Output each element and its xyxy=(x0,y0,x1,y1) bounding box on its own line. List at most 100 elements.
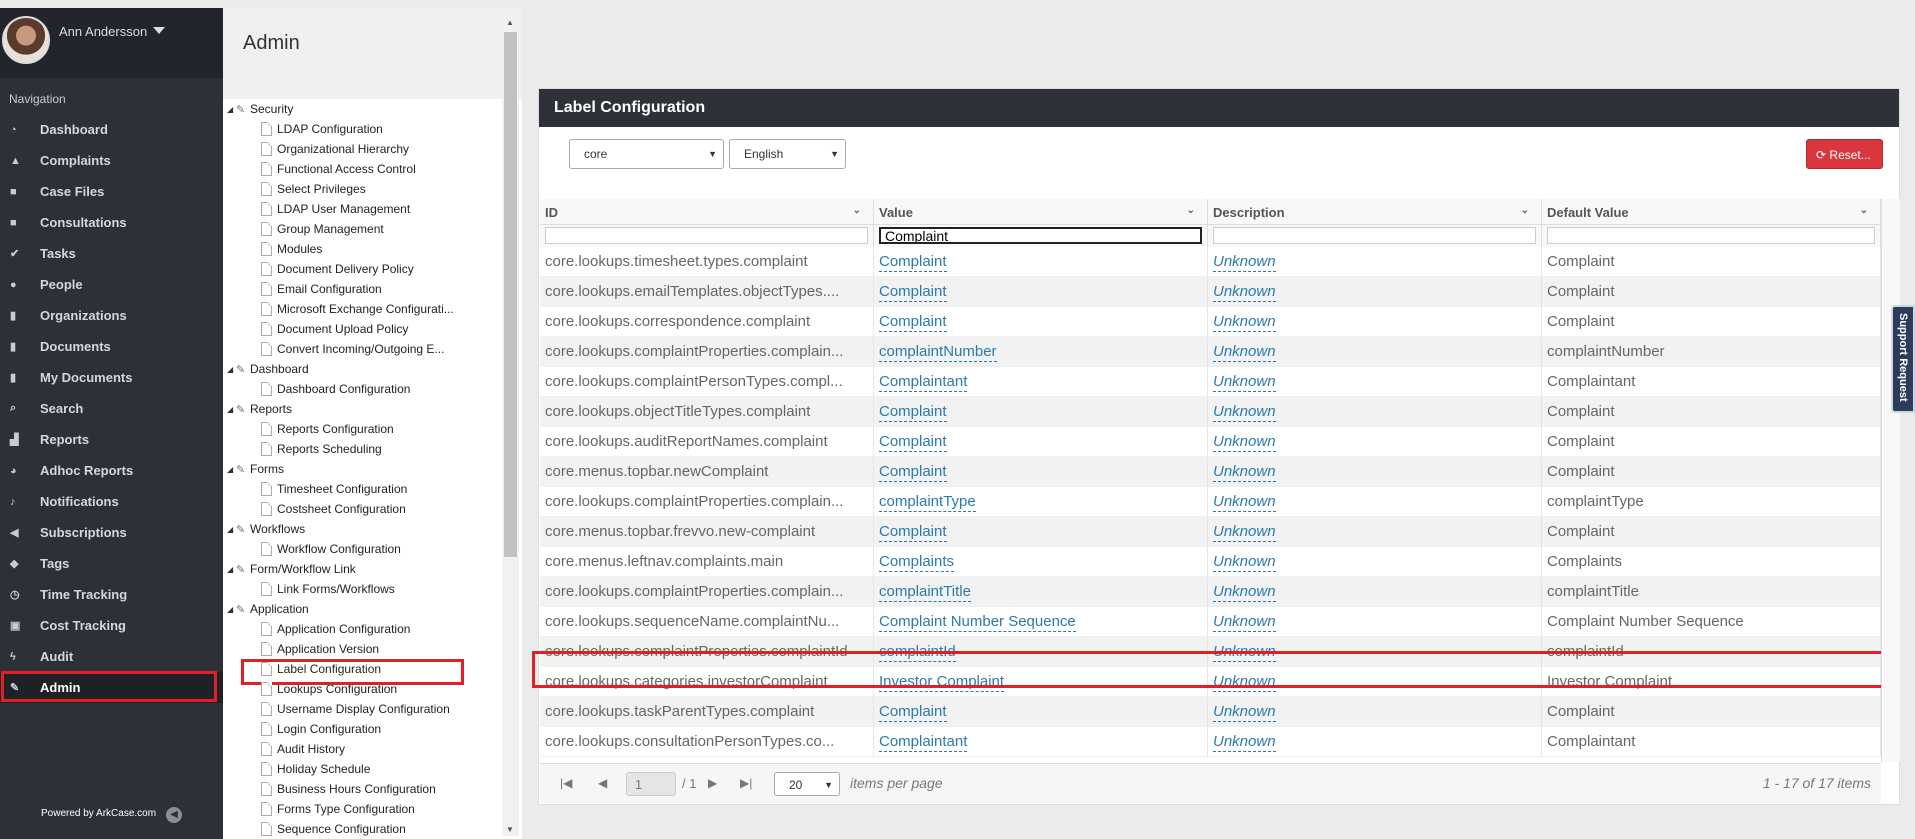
column-header[interactable]: Value ⌄ xyxy=(874,199,1208,224)
table-row[interactable]: core.lookups.complaintProperties.complai… xyxy=(540,576,1881,607)
tree-item[interactable]: Costsheet Configuration xyxy=(223,499,498,519)
editable-value[interactable]: complaintType xyxy=(879,493,976,512)
tree-item[interactable]: Sequence Configuration xyxy=(223,819,498,839)
reset-button[interactable]: ⟳ Reset... xyxy=(1806,139,1883,169)
tree-group[interactable]: ◢ ✎ Workflows xyxy=(223,519,498,539)
language-select[interactable]: English ▼ xyxy=(729,139,846,169)
tree-item[interactable]: Email Configuration xyxy=(223,279,498,299)
nav-item-complaints[interactable]: ▲ Complaints xyxy=(0,145,223,176)
editable-value[interactable]: Complaint xyxy=(879,283,947,302)
column-header[interactable]: Description ⌄ xyxy=(1208,199,1542,224)
user-name-dropdown[interactable]: Ann Andersson xyxy=(59,24,166,39)
editable-value[interactable]: Complaint xyxy=(879,703,947,722)
editable-description[interactable]: Unknown xyxy=(1213,493,1276,512)
page-input[interactable]: 1 xyxy=(626,772,676,796)
tree-item[interactable]: Document Upload Policy xyxy=(223,319,498,339)
next-page-icon[interactable]: ▶ xyxy=(708,776,717,790)
table-row[interactable]: core.lookups.objectTitleTypes.complaint C… xyxy=(540,396,1881,427)
scrollbar-thumb[interactable] xyxy=(504,32,517,557)
editable-description[interactable]: Unknown xyxy=(1213,373,1276,392)
expand-triangle-icon[interactable]: ◢ xyxy=(227,525,236,534)
tree-item[interactable]: Application Version xyxy=(223,639,498,659)
collapse-sidebar-icon[interactable]: ◀ xyxy=(166,807,182,823)
editable-description[interactable]: Unknown xyxy=(1213,313,1276,332)
table-row[interactable]: core.lookups.taskParentTypes.complaint Co… xyxy=(540,696,1881,727)
editable-value[interactable]: Complaint xyxy=(879,313,947,332)
nav-item-people[interactable]: ● People xyxy=(0,269,223,300)
table-row[interactable]: core.menus.topbar.newComplaint Complaint U… xyxy=(540,456,1881,487)
nav-item-organizations[interactable]: ▮ Organizations xyxy=(0,300,223,331)
chevron-down-icon[interactable]: ⌄ xyxy=(853,205,861,216)
expand-triangle-icon[interactable]: ◢ xyxy=(227,565,236,574)
tree-item[interactable]: Modules xyxy=(223,239,498,259)
nav-item-tasks[interactable]: ✔ Tasks xyxy=(0,238,223,269)
last-page-icon[interactable]: ▶| xyxy=(740,776,752,790)
editable-description[interactable]: Unknown xyxy=(1213,253,1276,272)
nav-item-case-files[interactable]: ■ Case Files xyxy=(0,176,223,207)
editable-description[interactable]: Unknown xyxy=(1213,733,1276,752)
tree-item[interactable]: LDAP User Management xyxy=(223,199,498,219)
nav-item-notifications[interactable]: ♪ Notifications xyxy=(0,486,223,517)
chevron-down-icon[interactable]: ⌄ xyxy=(1521,205,1529,216)
tree-group[interactable]: ◢ ✎ Forms xyxy=(223,459,498,479)
editable-value[interactable]: Complaint xyxy=(879,403,947,422)
tree-item[interactable]: Functional Access Control xyxy=(223,159,498,179)
grid-scrollbar[interactable] xyxy=(1881,199,1900,762)
editable-description[interactable]: Unknown xyxy=(1213,703,1276,722)
nav-item-subscriptions[interactable]: ◀ Subscriptions xyxy=(0,517,223,548)
support-request-tab[interactable]: Support Request xyxy=(1891,305,1915,413)
editable-description[interactable]: Unknown xyxy=(1213,433,1276,452)
avatar[interactable] xyxy=(2,16,50,64)
tree-item[interactable]: Organizational Hierarchy xyxy=(223,139,498,159)
chevron-down-icon[interactable]: ⌄ xyxy=(1860,205,1868,216)
column-header[interactable]: ID ⌄ xyxy=(540,199,874,224)
nav-item-dashboard[interactable]: ◔ Dashboard xyxy=(0,114,223,145)
nav-item-documents[interactable]: ▮ Documents xyxy=(0,331,223,362)
nav-item-audit[interactable]: ϟ Audit xyxy=(0,641,223,672)
first-page-icon[interactable]: |◀ xyxy=(560,776,572,790)
table-row[interactable]: core.lookups.timesheet.types.complaint Co… xyxy=(540,246,1881,277)
nav-item-adhoc-reports[interactable]: ◕ Adhoc Reports xyxy=(0,455,223,486)
table-row[interactable]: core.lookups.emailTemplates.objectTypes.… xyxy=(540,276,1881,307)
tree-item[interactable]: Select Privileges xyxy=(223,179,498,199)
table-row[interactable]: core.lookups.complaintProperties.complai… xyxy=(540,336,1881,367)
scroll-down-icon[interactable]: ▼ xyxy=(506,825,514,834)
chevron-down-icon[interactable]: ⌄ xyxy=(1187,205,1195,216)
editable-value[interactable]: Complaint xyxy=(879,463,947,482)
editable-value[interactable]: Complaint xyxy=(879,523,947,542)
editable-value[interactable]: Complaint Number Sequence xyxy=(879,613,1076,632)
nav-item-consultations[interactable]: ■ Consultations xyxy=(0,207,223,238)
nav-item-search[interactable]: ⌕ Search xyxy=(0,393,223,424)
tree-item[interactable]: Dashboard Configuration xyxy=(223,379,498,399)
table-row[interactable]: core.lookups.correspondence.complaint Com… xyxy=(540,306,1881,337)
editable-description[interactable]: Unknown xyxy=(1213,283,1276,302)
editable-description[interactable]: Unknown xyxy=(1213,463,1276,482)
expand-triangle-icon[interactable]: ◢ xyxy=(227,105,236,114)
filter-id-input[interactable] xyxy=(545,227,868,244)
tree-item[interactable]: LDAP Configuration xyxy=(223,119,498,139)
page-size-select[interactable]: 20 ▼ xyxy=(774,772,840,796)
tree-item[interactable]: Application Configuration xyxy=(223,619,498,639)
tree-item[interactable]: Link Forms/Workflows xyxy=(223,579,498,599)
tree-item[interactable]: Convert Incoming/Outgoing E... xyxy=(223,339,498,359)
tree-item[interactable]: Audit History xyxy=(223,739,498,759)
editable-value[interactable]: complaintTitle xyxy=(879,583,971,602)
table-row[interactable]: core.lookups.complaintPersonTypes.compl.… xyxy=(540,366,1881,397)
editable-value[interactable]: Complaints xyxy=(879,553,955,572)
tree-group[interactable]: ◢ ✎ Security xyxy=(223,99,498,119)
filter-description-input[interactable] xyxy=(1213,227,1536,244)
tree-item[interactable]: Microsoft Exchange Configurati... xyxy=(223,299,498,319)
nav-item-cost-tracking[interactable]: ▣ Cost Tracking xyxy=(0,610,223,641)
column-header[interactable]: Default Value ⌄ xyxy=(1542,199,1881,224)
editable-value[interactable]: Complaint xyxy=(879,253,947,272)
tree-item[interactable]: Login Configuration xyxy=(223,719,498,739)
tree-group[interactable]: ◢ ✎ Application xyxy=(223,599,498,619)
editable-description[interactable]: Unknown xyxy=(1213,583,1276,602)
tree-scrollbar[interactable]: ▲ ▼ xyxy=(502,16,519,836)
tree-group[interactable]: ◢ ✎ Dashboard xyxy=(223,359,498,379)
expand-triangle-icon[interactable]: ◢ xyxy=(227,605,236,614)
table-row[interactable]: core.lookups.auditReportNames.complaint C… xyxy=(540,426,1881,457)
tree-item[interactable]: Reports Configuration xyxy=(223,419,498,439)
nav-item-time-tracking[interactable]: ◷ Time Tracking xyxy=(0,579,223,610)
editable-description[interactable]: Unknown xyxy=(1213,403,1276,422)
